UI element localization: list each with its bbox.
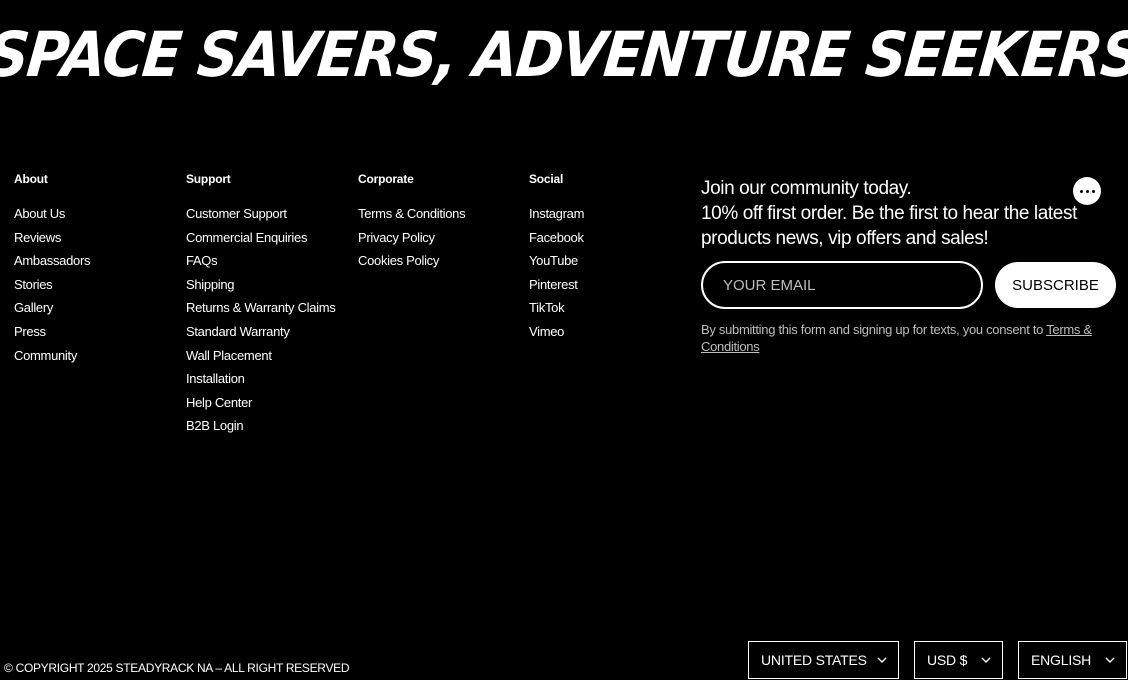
chevron-down-icon (877, 657, 887, 663)
footer-link-about-us[interactable]: About Us (14, 202, 184, 226)
footer-link-facebook[interactable]: Facebook (529, 226, 699, 250)
newsletter-heading: Join our community today. (701, 178, 912, 199)
footer-link-ambassadors[interactable]: Ambassadors (14, 249, 184, 273)
newsletter-form: SUBSCRIBE (701, 261, 1121, 309)
hero-title: SPACE SAVERS, ADVENTURE SEEKERS (0, 18, 1128, 91)
newsletter-text: 10% off first order. Be the first to hea… (701, 203, 1077, 249)
footer-column-social: Social Instagram Facebook YouTube Pinter… (529, 172, 699, 344)
column-heading: Corporate (358, 172, 414, 186)
footer-link-standard-warranty[interactable]: Standard Warranty (186, 320, 356, 344)
footer-link-faqs[interactable]: FAQs (186, 249, 356, 273)
chat-bubble-icon[interactable] (1073, 177, 1101, 205)
footer-link-terms[interactable]: Terms & Conditions (358, 202, 528, 226)
footer-column-support: Support Customer Support Commercial Enqu… (186, 172, 356, 438)
footer-link-customer-support[interactable]: Customer Support (186, 202, 356, 226)
footer-link-returns-warranty[interactable]: Returns & Warranty Claims (186, 296, 356, 320)
footer-link-privacy-policy[interactable]: Privacy Policy (358, 226, 528, 250)
consent-notice: By submitting this form and signing up f… (701, 321, 1121, 355)
column-heading: Support (186, 172, 231, 186)
footer-link-instagram[interactable]: Instagram (529, 202, 699, 226)
footer-column-corporate: Corporate Terms & Conditions Privacy Pol… (358, 172, 528, 273)
footer-link-cookies-policy[interactable]: Cookies Policy (358, 249, 528, 273)
language-value: ENGLISH (1031, 652, 1092, 668)
country-selector[interactable]: UNITED STATES (748, 641, 899, 679)
footer-link-help-center[interactable]: Help Center (186, 391, 356, 415)
language-selector[interactable]: ENGLISH (1018, 641, 1127, 679)
footer-link-stories[interactable]: Stories (14, 273, 184, 297)
footer-link-commercial-enquiries[interactable]: Commercial Enquiries (186, 226, 356, 250)
email-input[interactable] (701, 261, 983, 309)
footer-link-press[interactable]: Press (14, 320, 184, 344)
footer-link-shipping[interactable]: Shipping (186, 273, 356, 297)
copyright-text: © COPYRIGHT 2025 STEADYRACK NA – ALL RIG… (4, 661, 350, 675)
currency-selector[interactable]: USD $ (914, 641, 1003, 679)
country-value: UNITED STATES (761, 652, 867, 668)
footer-link-tiktok[interactable]: TikTok (529, 296, 699, 320)
column-heading: Social (529, 172, 564, 186)
footer-link-wall-placement[interactable]: Wall Placement (186, 344, 356, 368)
footer-link-gallery[interactable]: Gallery (14, 296, 184, 320)
currency-value: USD $ (927, 652, 968, 668)
footer-link-pinterest[interactable]: Pinterest (529, 273, 699, 297)
footer-link-installation[interactable]: Installation (186, 367, 356, 391)
subscribe-button[interactable]: SUBSCRIBE (995, 262, 1116, 308)
chevron-down-icon (981, 657, 991, 663)
consent-text: By submitting this form and signing up f… (701, 322, 1047, 337)
footer-link-vimeo[interactable]: Vimeo (529, 320, 699, 344)
footer-link-youtube[interactable]: YouTube (529, 249, 699, 273)
chevron-down-icon (1105, 657, 1115, 663)
footer-link-community[interactable]: Community (14, 344, 184, 368)
newsletter-signup: Join our community today. 10% off first … (701, 176, 1121, 355)
footer-link-reviews[interactable]: Reviews (14, 226, 184, 250)
footer-column-about: About About Us Reviews Ambassadors Stori… (14, 172, 184, 367)
footer-link-b2b-login[interactable]: B2B Login (186, 414, 356, 438)
column-heading: About (14, 172, 48, 186)
hero-banner: SPACE SAVERS, ADVENTURE SEEKERS (0, 0, 1128, 110)
